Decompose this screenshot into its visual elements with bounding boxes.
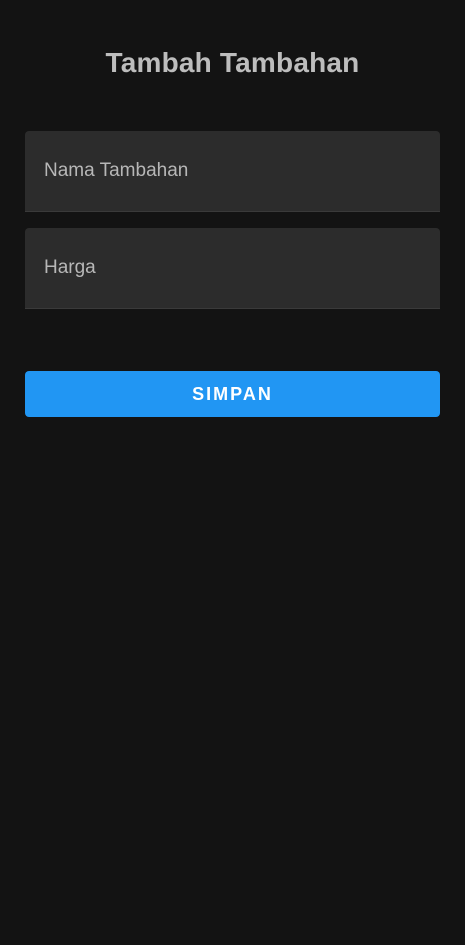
name-input[interactable] xyxy=(25,131,440,211)
price-field-container[interactable] xyxy=(25,228,440,309)
page-title: Tambah Tambahan xyxy=(105,47,360,78)
name-field-container[interactable] xyxy=(25,131,440,212)
save-button[interactable]: SIMPAN xyxy=(25,371,440,417)
app-screen: { "header": { "title": "Tambah Tambahan"… xyxy=(0,0,465,945)
price-input[interactable] xyxy=(25,228,440,308)
